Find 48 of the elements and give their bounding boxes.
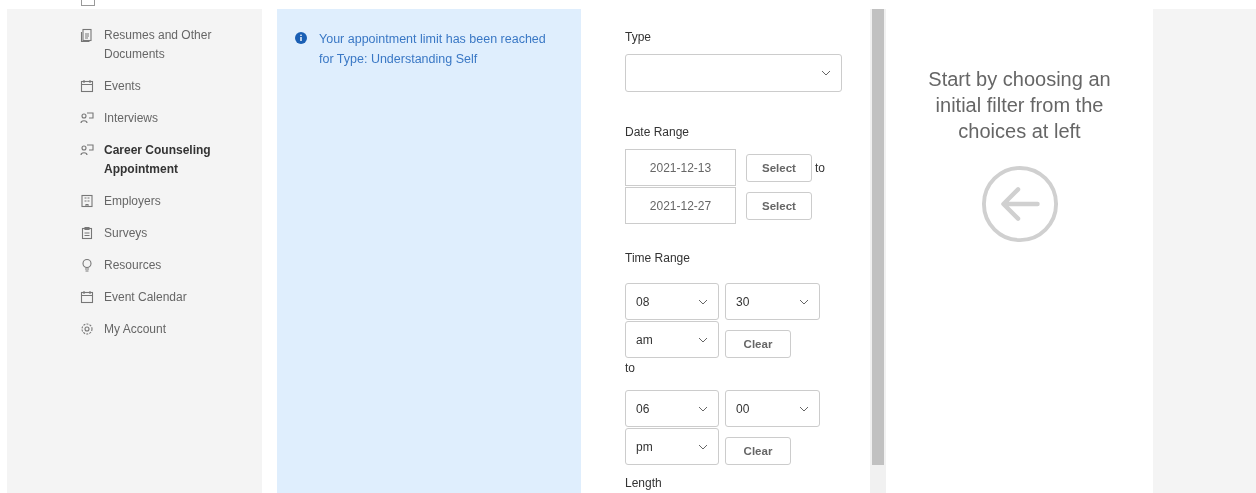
chevron-down-icon [698,336,708,343]
people-icon [80,143,94,157]
date-field[interactable]: 2021-12-27 [625,187,736,224]
chevron-down-icon [799,405,809,412]
calendar-icon [80,79,94,93]
minute-select[interactable]: 00 [725,390,820,427]
empty-state-message: Start by choosing an initial filter from the choices at left [927,67,1112,144]
ampm-select[interactable]: pm [625,428,719,465]
field-label: Length [625,476,662,491]
to-label: to [625,360,636,377]
lightbulb-icon [80,258,94,272]
ampm-select[interactable]: am [625,321,719,358]
sidebar-item[interactable]: Career Counseling Appointment [80,134,230,185]
alert-message: Your appointment limit has been reached for Type: Understanding Self [319,31,547,68]
sidebar-item[interactable]: Resources [80,249,230,281]
sidebar-item[interactable]: Employers [80,185,230,217]
chevron-down-icon [698,443,708,450]
building-icon [80,194,94,208]
field-label: Time Range [625,250,691,266]
select-button[interactable]: Select [746,191,812,220]
chevron-down-icon [698,405,708,412]
sidebar-item[interactable]: Surveys [80,217,230,249]
sidebar-item[interactable]: Event Calendar [80,281,230,313]
chevron-down-icon [799,298,809,305]
hour-select[interactable]: 06 [625,390,719,427]
calendar-icon [80,290,94,304]
sidebar-item[interactable]: Interviews [80,102,230,134]
sidebar-item[interactable]: Events [80,70,230,102]
gear-icon [80,322,94,336]
to-label: to [815,160,825,175]
sidebar-item[interactable]: Resumes and Other Documents [80,9,230,70]
scrollbar-thumb[interactable] [872,9,884,465]
sidebar-item[interactable]: My Account [80,313,230,345]
chevron-down-icon [821,70,831,76]
info-icon [295,32,307,44]
clear-button[interactable]: Clear [725,330,791,358]
field-label: Date Range [625,124,691,140]
select-button[interactable]: Select [746,153,812,182]
clear-button[interactable]: Clear [725,437,791,465]
date-field[interactable]: 2021-12-13 [625,149,736,186]
type-select[interactable] [625,54,842,92]
minute-select[interactable]: 30 [725,283,820,320]
scrollbar[interactable] [870,9,886,493]
field-label: Type [625,29,652,45]
clipboard-icon [80,226,94,240]
hour-select[interactable]: 08 [625,283,719,320]
chevron-down-icon [698,298,708,305]
people-icon [80,111,94,125]
